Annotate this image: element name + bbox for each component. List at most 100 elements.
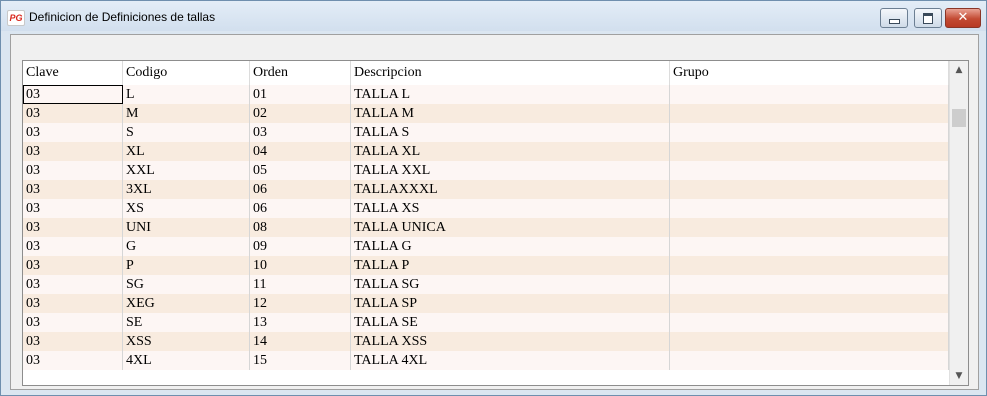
- cell-orden[interactable]: 12: [250, 294, 351, 313]
- table-row[interactable]: 03 XEG 12 TALLA SP: [23, 294, 949, 313]
- table-row[interactable]: 03 SE 13 TALLA SE: [23, 313, 949, 332]
- cell-descripcion[interactable]: TALLA G: [351, 237, 670, 256]
- cell-descripcion[interactable]: TALLA P: [351, 256, 670, 275]
- column-header-descripcion[interactable]: Descripcion: [351, 61, 670, 85]
- cell-clave[interactable]: 03: [23, 351, 123, 370]
- cell-codigo[interactable]: L: [123, 85, 250, 104]
- cell-descripcion[interactable]: TALLAXXXL: [351, 180, 670, 199]
- cell-clave[interactable]: 03: [23, 332, 123, 351]
- cell-descripcion[interactable]: TALLA XXL: [351, 161, 670, 180]
- cell-clave[interactable]: 03: [23, 142, 123, 161]
- scroll-down-icon[interactable]: ▼: [950, 367, 968, 385]
- cell-descripcion[interactable]: TALLA XSS: [351, 332, 670, 351]
- table-row[interactable]: 03 S 03 TALLA S: [23, 123, 949, 142]
- table-row[interactable]: 03 3XL 06 TALLAXXXL: [23, 180, 949, 199]
- cell-codigo[interactable]: XS: [123, 199, 250, 218]
- cell-grupo[interactable]: [670, 294, 949, 313]
- scroll-up-icon[interactable]: ▲: [950, 61, 968, 79]
- cell-grupo[interactable]: [670, 351, 949, 370]
- cell-clave[interactable]: 03: [23, 218, 123, 237]
- minimize-button[interactable]: [880, 8, 908, 28]
- cell-orden[interactable]: 05: [250, 161, 351, 180]
- cell-codigo[interactable]: P: [123, 256, 250, 275]
- table-row[interactable]: 03 UNI 08 TALLA UNICA: [23, 218, 949, 237]
- cell-clave[interactable]: 03: [23, 123, 123, 142]
- column-header-orden[interactable]: Orden: [250, 61, 351, 85]
- cell-descripcion[interactable]: TALLA SE: [351, 313, 670, 332]
- cell-grupo[interactable]: [670, 85, 949, 104]
- cell-grupo[interactable]: [670, 104, 949, 123]
- cell-clave[interactable]: 03: [23, 161, 123, 180]
- cell-descripcion[interactable]: TALLA M: [351, 104, 670, 123]
- cell-codigo[interactable]: SE: [123, 313, 250, 332]
- cell-orden[interactable]: 09: [250, 237, 351, 256]
- cell-orden[interactable]: 04: [250, 142, 351, 161]
- cell-clave[interactable]: 03: [23, 237, 123, 256]
- cell-orden[interactable]: 10: [250, 256, 351, 275]
- cell-codigo[interactable]: SG: [123, 275, 250, 294]
- title-bar[interactable]: PG Definicion de Definiciones de tallas …: [1, 1, 986, 31]
- cell-orden[interactable]: 13: [250, 313, 351, 332]
- cell-orden[interactable]: 11: [250, 275, 351, 294]
- cell-grupo[interactable]: [670, 332, 949, 351]
- cell-grupo[interactable]: [670, 180, 949, 199]
- cell-grupo[interactable]: [670, 256, 949, 275]
- cell-codigo[interactable]: M: [123, 104, 250, 123]
- cell-descripcion[interactable]: TALLA SP: [351, 294, 670, 313]
- cell-descripcion[interactable]: TALLA SG: [351, 275, 670, 294]
- cell-descripcion[interactable]: TALLA L: [351, 85, 670, 104]
- cell-grupo[interactable]: [670, 313, 949, 332]
- cell-clave[interactable]: 03: [23, 180, 123, 199]
- cell-orden[interactable]: 02: [250, 104, 351, 123]
- cell-grupo[interactable]: [670, 218, 949, 237]
- table-row[interactable]: 03 SG 11 TALLA SG: [23, 275, 949, 294]
- cell-grupo[interactable]: [670, 275, 949, 294]
- cell-descripcion[interactable]: TALLA XS: [351, 199, 670, 218]
- cell-orden[interactable]: 14: [250, 332, 351, 351]
- vertical-scrollbar[interactable]: ▲ ▼: [949, 61, 968, 385]
- cell-codigo[interactable]: G: [123, 237, 250, 256]
- cell-orden[interactable]: 03: [250, 123, 351, 142]
- cell-clave[interactable]: 03: [23, 104, 123, 123]
- cell-grupo[interactable]: [670, 199, 949, 218]
- close-button[interactable]: ✕: [945, 8, 981, 28]
- cell-grupo[interactable]: [670, 123, 949, 142]
- cell-clave[interactable]: 03: [23, 199, 123, 218]
- cell-codigo[interactable]: UNI: [123, 218, 250, 237]
- cell-clave[interactable]: 03: [23, 275, 123, 294]
- table-row[interactable]: 03 P 10 TALLA P: [23, 256, 949, 275]
- cell-clave[interactable]: 03: [23, 85, 123, 104]
- table-row[interactable]: 03 XSS 14 TALLA XSS: [23, 332, 949, 351]
- cell-orden[interactable]: 08: [250, 218, 351, 237]
- cell-descripcion[interactable]: TALLA XL: [351, 142, 670, 161]
- tallas-grid[interactable]: Clave Codigo Orden Descripcion Grupo 03 L…: [22, 60, 969, 386]
- cell-codigo[interactable]: XEG: [123, 294, 250, 313]
- cell-grupo[interactable]: [670, 142, 949, 161]
- column-header-codigo[interactable]: Codigo: [123, 61, 250, 85]
- cell-orden[interactable]: 06: [250, 199, 351, 218]
- scroll-thumb[interactable]: [952, 109, 966, 127]
- cell-codigo[interactable]: 4XL: [123, 351, 250, 370]
- cell-descripcion[interactable]: TALLA UNICA: [351, 218, 670, 237]
- cell-clave[interactable]: 03: [23, 256, 123, 275]
- table-row[interactable]: 03 4XL 15 TALLA 4XL: [23, 351, 949, 370]
- app-logo-icon[interactable]: PG: [7, 10, 25, 26]
- table-row[interactable]: 03 L 01 TALLA L: [23, 85, 949, 104]
- cell-descripcion[interactable]: TALLA S: [351, 123, 670, 142]
- cell-codigo[interactable]: XXL: [123, 161, 250, 180]
- table-row[interactable]: 03 G 09 TALLA G: [23, 237, 949, 256]
- table-row[interactable]: 03 XL 04 TALLA XL: [23, 142, 949, 161]
- cell-codigo[interactable]: S: [123, 123, 250, 142]
- column-header-clave[interactable]: Clave: [23, 61, 123, 85]
- cell-orden[interactable]: 01: [250, 85, 351, 104]
- cell-clave[interactable]: 03: [23, 294, 123, 313]
- column-header-grupo[interactable]: Grupo: [670, 61, 949, 85]
- cell-orden[interactable]: 15: [250, 351, 351, 370]
- table-row[interactable]: 03 XXL 05 TALLA XXL: [23, 161, 949, 180]
- cell-codigo[interactable]: 3XL: [123, 180, 250, 199]
- cell-grupo[interactable]: [670, 237, 949, 256]
- cell-descripcion[interactable]: TALLA 4XL: [351, 351, 670, 370]
- maximize-button[interactable]: [914, 8, 942, 28]
- cell-codigo[interactable]: XL: [123, 142, 250, 161]
- table-row[interactable]: 03 M 02 TALLA M: [23, 104, 949, 123]
